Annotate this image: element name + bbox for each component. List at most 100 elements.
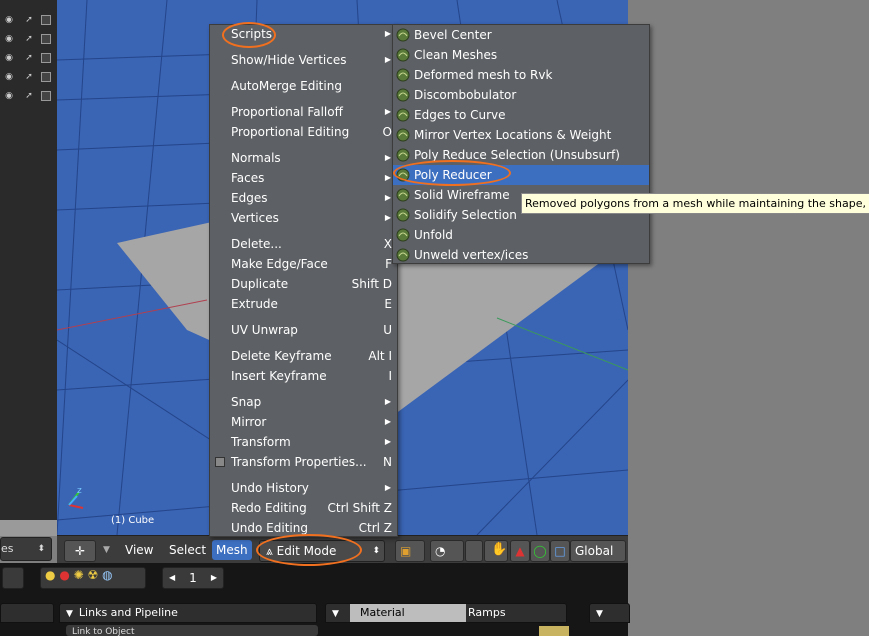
menu-item-label: Make Edge/Face: [231, 257, 328, 271]
link-to-object-button[interactable]: Link to Object: [66, 625, 318, 636]
script-item-deformed-mesh-to-rvk[interactable]: Deformed mesh to Rvk: [393, 65, 649, 85]
script-item-edges-to-curve[interactable]: Edges to Curve: [393, 105, 649, 125]
menu-item-automerge-editing[interactable]: AutoMerge Editing: [210, 77, 397, 95]
menu-item-make-edge-face[interactable]: Make Edge/Face F: [210, 255, 397, 273]
context-buttons[interactable]: ● ● ✺ ☢ ◍: [40, 567, 146, 589]
rotate-manipulator-icon[interactable]: ◯: [530, 540, 550, 562]
script-item-bevel-center[interactable]: Bevel Center: [393, 25, 649, 45]
object-label: (1) Cube: [111, 515, 155, 526]
menu-item-label: Insert Keyframe: [231, 369, 327, 383]
checkbox-icon: [215, 457, 225, 467]
menu-item-label: Duplicate: [231, 277, 289, 291]
window-type-button[interactable]: [2, 567, 24, 589]
menu-item-label: Delete...: [231, 237, 282, 251]
menu-item-mirror[interactable]: Mirror ▶: [210, 413, 397, 431]
orientation-select[interactable]: Global: [570, 540, 626, 562]
annotation-ring-scripts: [222, 22, 276, 48]
frame-field[interactable]: ◀ 1 ▶: [162, 567, 224, 589]
menu-item-duplicate[interactable]: Duplicate Shift D: [210, 275, 397, 293]
eye-icon[interactable]: ◉: [4, 15, 14, 25]
outliner-scrollbar[interactable]: [0, 520, 57, 536]
outliner-row[interactable]: ◉ ➚: [0, 88, 57, 106]
eye-icon[interactable]: ◉: [4, 53, 14, 63]
menu-item-insert-keyframe[interactable]: Insert Keyframe I: [210, 367, 397, 385]
menu-item-normals[interactable]: Normals ▶: [210, 149, 397, 167]
radio-icon: ☢: [87, 568, 99, 582]
buttons-window: ● ● ✺ ☢ ◍ ◀ 1 ▶ ▼ Links and Pipeline Link…: [0, 563, 630, 636]
menu-item-delete-keyframe[interactable]: Delete Keyframe Alt I: [210, 347, 397, 365]
menu-item-label: UV Unwrap: [231, 323, 298, 337]
translate-manipulator-icon[interactable]: ▲: [510, 540, 530, 562]
arrow-right-icon: ▶: [210, 573, 217, 582]
cursor-icon[interactable]: ➚: [24, 53, 34, 63]
script-item-mirror-vertex-locations[interactable]: Mirror Vertex Locations & Weight: [393, 125, 649, 145]
menu-item-snap[interactable]: Snap ▶: [210, 393, 397, 411]
script-item-label: Mirror Vertex Locations & Weight: [414, 128, 612, 142]
annotation-ring-poly-reducer: [393, 160, 511, 186]
render-icon[interactable]: [41, 34, 51, 44]
outliner-row[interactable]: ◉ ➚: [0, 12, 57, 30]
script-item-unfold[interactable]: Unfold: [393, 225, 649, 245]
menu-item-redo-editing[interactable]: Redo Editing Ctrl Shift Z: [210, 499, 397, 517]
menu-item-faces[interactable]: Faces ▶: [210, 169, 397, 187]
draw-type-select[interactable]: ▣: [395, 540, 425, 562]
render-icon[interactable]: [41, 15, 51, 25]
menu-item-label: Proportional Falloff: [231, 105, 343, 119]
select-menu[interactable]: Select: [169, 540, 206, 560]
frame-value: 1: [189, 571, 197, 585]
menu-item-shortcut: Ctrl Z: [358, 521, 392, 535]
menu-item-proportional-editing[interactable]: Proportional Editing O: [210, 123, 397, 141]
proportional-icon[interactable]: [465, 540, 483, 562]
menu-item-transform-properties[interactable]: Transform Properties... N: [210, 453, 397, 471]
window-type-button[interactable]: ✛: [64, 540, 96, 562]
python-script-icon: [396, 208, 410, 222]
view-menu[interactable]: View: [125, 540, 153, 560]
menu-item-uv-unwrap[interactable]: UV Unwrap U: [210, 321, 397, 339]
script-item-clean-meshes[interactable]: Clean Meshes: [393, 45, 649, 65]
menu-item-transform[interactable]: Transform ▶: [210, 433, 397, 451]
menu-item-proportional-falloff[interactable]: Proportional Falloff ▶: [210, 103, 397, 121]
cube-icon: ▣: [400, 544, 412, 558]
script-item-label: Clean Meshes: [414, 48, 498, 62]
material-icon: ●: [59, 568, 70, 582]
outliner-row[interactable]: ◉ ➚: [0, 31, 57, 49]
tab-ramps[interactable]: Ramps: [462, 604, 568, 622]
render-icon[interactable]: [41, 91, 51, 101]
menu-item-undo-history[interactable]: Undo History ▶: [210, 479, 397, 497]
add-remove-icon[interactable]: [539, 626, 569, 636]
menu-item-edges[interactable]: Edges ▶: [210, 189, 397, 207]
menu-item-label: Normals: [231, 151, 281, 165]
menu-item-delete[interactable]: Delete... X: [210, 235, 397, 253]
cursor-icon[interactable]: ➚: [24, 91, 34, 101]
menu-item-shortcut: I: [388, 369, 392, 383]
render-icon[interactable]: [41, 53, 51, 63]
eye-icon[interactable]: ◉: [4, 91, 14, 101]
menu-item-shortcut: O: [382, 125, 392, 139]
cursor-icon[interactable]: ➚: [24, 72, 34, 82]
panel-header-left[interactable]: [0, 603, 54, 623]
links-pipeline-title: Links and Pipeline: [78, 606, 178, 619]
hand-icon[interactable]: ✋: [491, 540, 507, 560]
menu-item-show-hide-vertices[interactable]: Show/Hide Vertices ▶: [210, 51, 397, 69]
menu-item-label: Vertices: [231, 211, 279, 225]
mesh-menu[interactable]: Mesh: [212, 540, 252, 560]
eye-icon[interactable]: ◉: [4, 72, 14, 82]
cursor-icon[interactable]: ➚: [24, 34, 34, 44]
menu-item-vertices[interactable]: Vertices ▶: [210, 209, 397, 227]
scale-manipulator-icon[interactable]: □: [550, 540, 570, 562]
outliner-row[interactable]: ◉ ➚: [0, 69, 57, 87]
pivot-select[interactable]: ◔: [430, 540, 464, 562]
outliner-display-select[interactable]: es ⬍: [0, 537, 52, 561]
panel-header-right[interactable]: ▼: [589, 603, 630, 623]
links-pipeline-panel-header[interactable]: ▼ Links and Pipeline: [59, 603, 317, 623]
collapse-arrow-icon[interactable]: ▼: [103, 540, 110, 560]
outliner-row[interactable]: ◉ ➚: [0, 50, 57, 68]
menu-item-extrude[interactable]: Extrude E: [210, 295, 397, 313]
render-icon[interactable]: [41, 72, 51, 82]
script-item-unweld-vertices[interactable]: Unweld vertex/ices: [393, 245, 649, 265]
cursor-icon[interactable]: ➚: [24, 15, 34, 25]
tab-material[interactable]: Material: [350, 604, 466, 622]
updown-arrow-icon: ⬍: [372, 546, 380, 556]
script-item-discombobulator[interactable]: Discombobulator: [393, 85, 649, 105]
eye-icon[interactable]: ◉: [4, 34, 14, 44]
